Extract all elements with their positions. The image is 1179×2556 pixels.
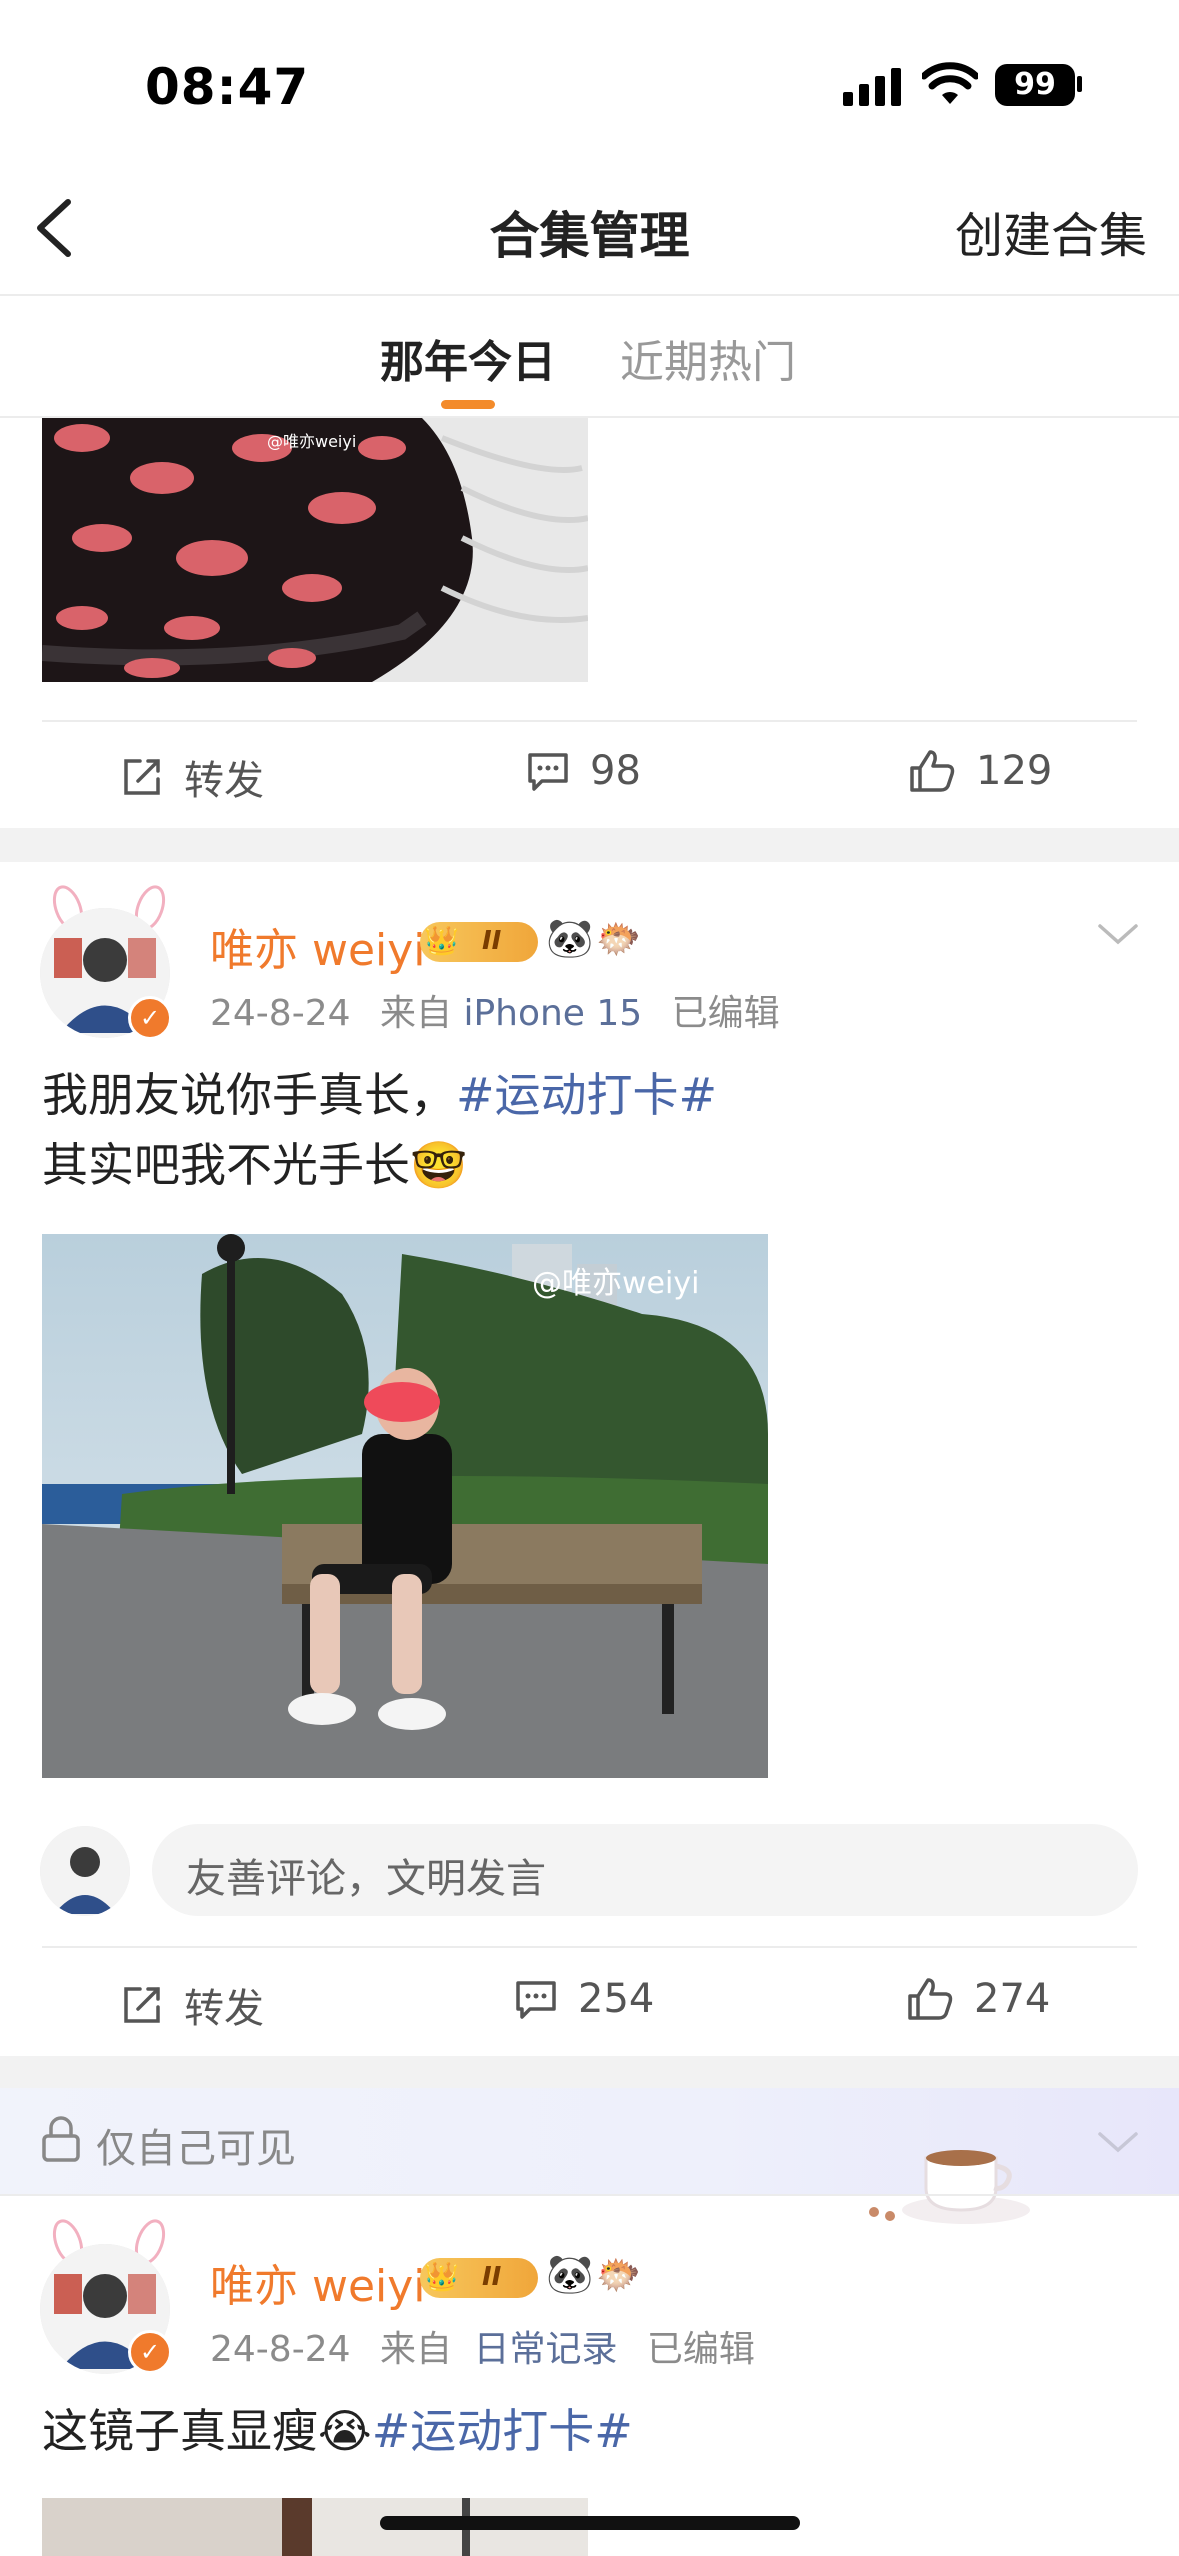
image-watermark: @唯亦weiyi [267, 432, 357, 451]
crown-icon: 👑 [424, 2260, 459, 2293]
post-text-line1: 我朋友说你手真长，#运动打卡# [42, 1060, 717, 1130]
visibility-label: 仅自己可见 [96, 2126, 296, 2172]
repost-label: 转发 [184, 1986, 264, 2032]
comment-button[interactable]: 254 [514, 1976, 654, 2022]
comment-count: 98 [590, 748, 641, 794]
author-name[interactable]: 唯亦 weiyi [210, 914, 426, 978]
coffee-cup-icon [856, 2118, 1036, 2232]
fish-icon: 🐡 [596, 919, 641, 960]
hashtag-link[interactable]: #运动打卡# [372, 2404, 633, 2458]
post-text: 其实吧我不光手长 [42, 1138, 410, 1192]
tab-recent-hot[interactable]: 近期热门 [620, 326, 796, 390]
like-count: 129 [976, 748, 1053, 794]
lock-icon [40, 2116, 82, 2166]
crown-icon: 👑 [424, 924, 459, 957]
from-label: 来自 [379, 2329, 452, 2370]
post-text-line1: 这镜子真显瘦😭#运动打卡# [42, 2396, 633, 2466]
from-label: 来自 [379, 993, 452, 1034]
comment-count: 254 [578, 1976, 655, 2022]
post-image-previous[interactable]: @唯亦weiyi [42, 418, 588, 682]
commenter-avatar [40, 1826, 130, 1916]
comment-placeholder: 友善评论，文明发言 [186, 1856, 546, 1902]
post-text: 我朋友说你手真长， [42, 1068, 456, 1122]
post-image[interactable]: @唯亦weiyi [42, 1234, 768, 1778]
battery-level: 99 [1014, 67, 1056, 102]
divider [42, 720, 1137, 722]
chevron-down-icon[interactable] [1096, 920, 1140, 952]
post-meta: 24-8-24 来自 日常记录 已编辑 [210, 2320, 755, 2372]
post-text: 这镜子真显瘦 [42, 2404, 318, 2458]
divider [0, 2194, 1179, 2196]
tab-indicator [441, 400, 495, 409]
vip-badge: 👑 II [420, 922, 538, 962]
battery-icon: 99 [995, 64, 1075, 106]
home-indicator [380, 2516, 800, 2530]
nerd-emoji-icon: 🤓 [410, 1138, 468, 1192]
like-button[interactable]: 129 [908, 748, 1052, 794]
post-source[interactable]: iPhone 15 [463, 993, 642, 1034]
author-name[interactable]: 唯亦 weiyi [210, 2250, 426, 2314]
repost-button[interactable]: 转发 [120, 748, 264, 806]
hashtag-link[interactable]: #运动打卡# [456, 1068, 717, 1122]
image-watermark: @唯亦weiyi [532, 1266, 700, 1301]
vip-level: II [482, 2262, 502, 2292]
panda-icon: 🐼 [546, 916, 594, 960]
fish-icon: 🐡 [596, 2255, 641, 2296]
post-source[interactable]: 日常记录 [473, 2329, 617, 2370]
tab-on-this-day[interactable]: 那年今日 [380, 326, 556, 390]
repost-button[interactable]: 转发 [120, 1976, 264, 2034]
edited-label: 已编辑 [671, 993, 780, 1034]
battery-tip [1077, 76, 1082, 92]
vip-badge: 👑 II [420, 2258, 538, 2298]
divider [42, 1946, 1137, 1948]
post-date: 24-8-24 [210, 2329, 351, 2370]
post-meta: 24-8-24 来自 iPhone 15 已编辑 [210, 984, 780, 1036]
panda-icon: 🐼 [546, 2252, 594, 2296]
signal-icon [843, 66, 903, 110]
comment-button[interactable]: 98 [526, 748, 641, 794]
status-time: 08:47 [145, 58, 310, 116]
verified-icon: ✓ [128, 2330, 172, 2374]
tab-bar [0, 296, 1179, 418]
create-collection-button[interactable]: 创建合集 [955, 196, 1147, 266]
wifi-icon [920, 62, 980, 110]
post-text-line2: 其实吧我不光手长🤓 [42, 1130, 467, 1200]
edited-label: 已编辑 [646, 2329, 755, 2370]
vip-level: II [482, 926, 502, 956]
post-date: 24-8-24 [210, 993, 351, 1034]
comment-input[interactable]: 友善评论，文明发言 [152, 1824, 1138, 1916]
repost-label: 转发 [184, 758, 264, 804]
like-button[interactable]: 274 [906, 1976, 1050, 2022]
like-count: 274 [974, 1976, 1051, 2022]
laughing-crying-emoji-icon: 😭 [318, 2404, 372, 2458]
chevron-down-icon[interactable] [1096, 2128, 1140, 2160]
verified-icon: ✓ [128, 996, 172, 1040]
